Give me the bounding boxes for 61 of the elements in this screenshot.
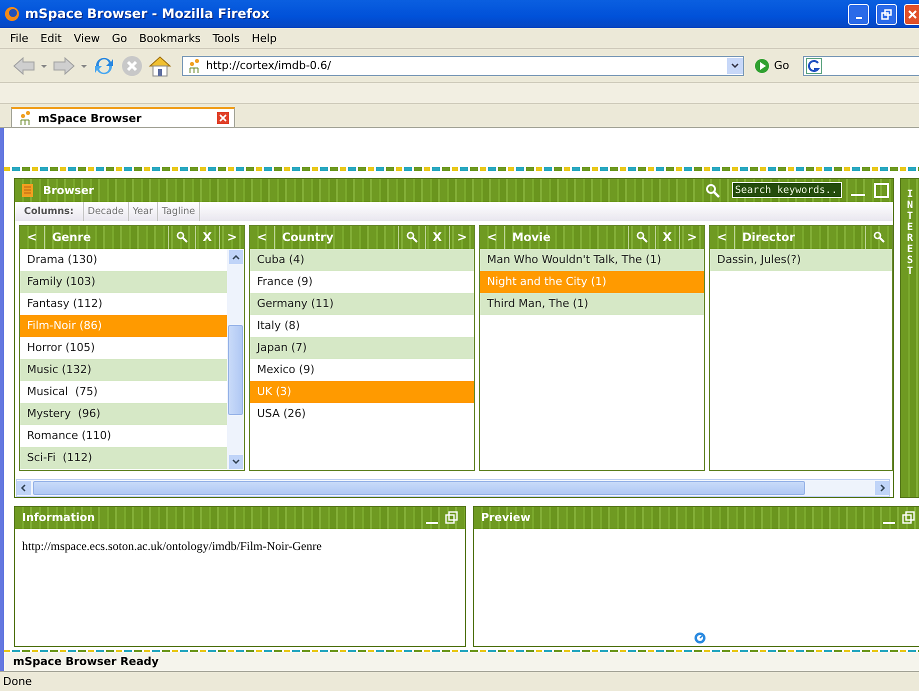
media-player-icon xyxy=(694,632,706,644)
restore-icon xyxy=(881,8,892,20)
document-icon xyxy=(21,182,35,198)
close-icon xyxy=(218,113,228,123)
chevron-down-icon[interactable] xyxy=(230,456,240,467)
chevron-down-icon xyxy=(730,60,740,70)
list-item[interactable]: Cuba (4) xyxy=(250,248,474,271)
information-text: http://mspace.ecs.soton.ac.uk/ontology/imdb/Film-Noir-Genre xyxy=(22,538,322,553)
restore-button[interactable] xyxy=(876,4,897,24)
list-item[interactable]: Japan (7) xyxy=(250,336,474,359)
list-item[interactable]: Family (103) xyxy=(20,270,227,293)
panel-title: Browser xyxy=(43,184,95,197)
list-item[interactable]: Man Who Wouldn't Talk, The (1) xyxy=(480,248,704,271)
go-label[interactable]: Go xyxy=(774,59,790,72)
search-icon xyxy=(873,231,885,244)
status-message: mSpace Browser Ready xyxy=(13,655,159,668)
menu-item[interactable]: Go xyxy=(106,32,134,44)
close-button[interactable] xyxy=(904,4,919,24)
site-logo-icon xyxy=(187,58,201,74)
firefox-logo-icon xyxy=(4,6,20,22)
keyword-search-field[interactable]: Search keywords... xyxy=(732,182,842,198)
menu-item[interactable]: Bookmarks xyxy=(133,32,207,44)
list-item[interactable]: Dassin, Jules(?) xyxy=(710,248,892,271)
close-icon xyxy=(906,8,918,20)
site-logo-icon xyxy=(18,110,32,126)
minimize-icon xyxy=(856,16,862,18)
list-item[interactable]: Music (132) xyxy=(20,358,227,381)
vertical-scrollbar[interactable] xyxy=(227,248,244,470)
window-title: mSpace Browser - Mozilla Firefox xyxy=(25,6,270,22)
status-text: Done xyxy=(3,675,32,688)
list-item[interactable]: Third Man, The (1) xyxy=(480,292,704,315)
search-icon xyxy=(176,231,188,244)
menu-item[interactable]: Edit xyxy=(34,32,68,44)
column-option[interactable]: Decade xyxy=(84,202,129,221)
search-engine-icon[interactable] xyxy=(806,58,822,74)
search-field[interactable] xyxy=(803,56,919,76)
browser-tab[interactable]: mSpace Browser xyxy=(11,107,235,127)
maximize-icon[interactable] xyxy=(874,182,889,198)
dropdown-button[interactable] xyxy=(727,58,743,74)
columns-label: Columns: xyxy=(15,202,84,221)
close-tab-button[interactable] xyxy=(216,111,230,125)
menu-item[interactable]: Tools xyxy=(206,32,246,44)
panel-title: Preview xyxy=(481,511,532,524)
search-icon[interactable] xyxy=(705,182,720,198)
restore-icon[interactable] xyxy=(445,510,459,525)
address-field[interactable]: http://cortex/imdb-0.6/ xyxy=(182,56,744,76)
column-option[interactable]: Tagline xyxy=(158,202,200,221)
horizontal-scrollbar[interactable] xyxy=(16,478,890,497)
panel-title: Information xyxy=(22,511,96,524)
menu-item[interactable]: View xyxy=(68,32,106,44)
search-icon xyxy=(636,231,648,244)
restore-icon[interactable] xyxy=(902,510,916,525)
minimize-button[interactable] xyxy=(848,4,869,24)
menu-item[interactable]: File xyxy=(4,32,34,44)
list-item[interactable]: Sci-Fi (112) xyxy=(20,446,227,469)
column-option[interactable]: Year xyxy=(128,202,158,221)
list-item[interactable]: Mystery (96) xyxy=(20,402,227,425)
menu-item[interactable]: Help xyxy=(246,32,283,44)
home-icon[interactable] xyxy=(148,54,172,78)
search-icon xyxy=(406,231,418,244)
list-item[interactable]: Germany (11) xyxy=(250,292,474,315)
